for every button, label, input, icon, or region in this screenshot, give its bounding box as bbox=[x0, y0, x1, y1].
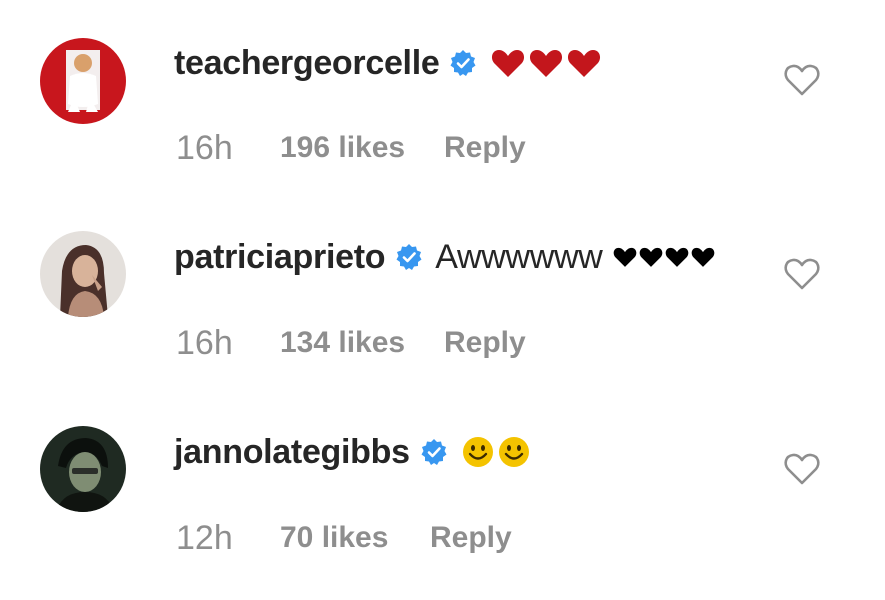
verified-badge-icon bbox=[395, 243, 423, 271]
comment-item: jannolategibbs 12h 70 likes Reply bbox=[0, 390, 885, 585]
comment-text: Awwwwww bbox=[435, 237, 603, 276]
avatar[interactable] bbox=[40, 38, 126, 124]
smiling-face-icon bbox=[462, 437, 493, 467]
emoji-group bbox=[491, 48, 601, 78]
red-heart-icon bbox=[568, 50, 601, 77]
emoji-group bbox=[462, 436, 530, 468]
comment-item: teachergeorcelle 16h 196 likes Reply bbox=[0, 0, 885, 195]
smiling-face-icon bbox=[498, 437, 529, 467]
likes-count[interactable]: 196 likes bbox=[280, 131, 444, 165]
like-heart-icon[interactable] bbox=[783, 62, 821, 98]
reply-button[interactable]: Reply bbox=[430, 521, 512, 555]
comment-item: patriciaprieto Awwwwww 16h 134 likes Rep… bbox=[0, 195, 885, 390]
black-heart-icon bbox=[691, 247, 714, 267]
black-heart-icon bbox=[665, 247, 688, 267]
username[interactable]: jannolategibbs bbox=[174, 433, 410, 472]
username[interactable]: teachergeorcelle bbox=[174, 44, 440, 83]
comment-timestamp: 16h bbox=[176, 323, 233, 362]
avatar[interactable] bbox=[40, 426, 126, 512]
likes-count[interactable]: 134 likes bbox=[280, 326, 444, 360]
comment-timestamp: 16h bbox=[176, 128, 233, 167]
verified-badge-icon bbox=[420, 438, 448, 466]
likes-count[interactable]: 70 likes bbox=[280, 521, 430, 555]
like-heart-icon[interactable] bbox=[783, 256, 821, 292]
reply-button[interactable]: Reply bbox=[444, 131, 526, 165]
avatar[interactable] bbox=[40, 231, 126, 317]
reply-button[interactable]: Reply bbox=[444, 326, 526, 360]
verified-badge-icon bbox=[449, 49, 477, 77]
black-heart-icon bbox=[613, 247, 636, 267]
red-heart-icon bbox=[530, 50, 563, 77]
emoji-group bbox=[613, 246, 715, 268]
black-heart-icon bbox=[639, 247, 662, 267]
like-heart-icon[interactable] bbox=[783, 451, 821, 487]
username[interactable]: patriciaprieto bbox=[174, 238, 386, 277]
red-heart-icon bbox=[492, 50, 525, 77]
comment-timestamp: 12h bbox=[176, 518, 233, 557]
